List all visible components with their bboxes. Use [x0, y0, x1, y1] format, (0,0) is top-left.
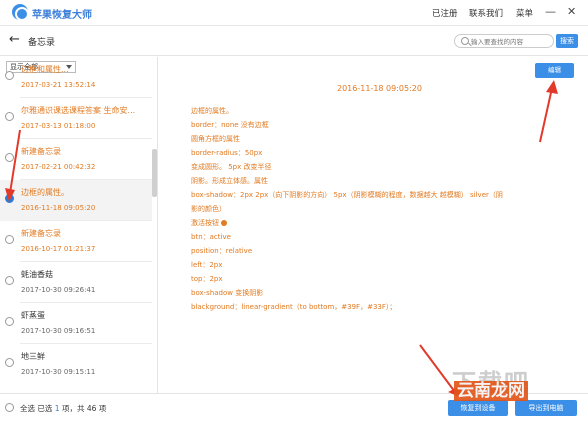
- note-list-panel: 显示全部 边框和属性... 2017-03-21 13:52:14 尔雅通识课选…: [0, 57, 158, 393]
- close-icon[interactable]: ✕: [567, 5, 576, 19]
- note-line: 圆角方框的属性: [191, 135, 240, 143]
- registered-link[interactable]: 已注册: [432, 7, 458, 19]
- list-item-date: 2017-03-13 01:18:00: [21, 122, 96, 130]
- note-line: box-shadow 变换阴影: [191, 289, 264, 297]
- radio-button[interactable]: [5, 153, 14, 162]
- note-line: 影的颜色）: [191, 205, 226, 213]
- total-suffix: 项: [98, 404, 107, 413]
- search-button[interactable]: 搜索: [556, 34, 578, 48]
- list-item-date: 2017-10-30 09:26:41: [21, 286, 96, 294]
- note-line: 变成圆形。 5px 改变半径: [191, 163, 272, 171]
- list-item-title: 边框的属性。: [21, 188, 69, 197]
- list-item-date: 2017-10-30 09:15:11: [21, 368, 96, 376]
- note-line: border-radius：50px: [191, 149, 263, 157]
- radio-button[interactable]: [5, 358, 14, 367]
- note-line: left：2px: [191, 261, 223, 269]
- page-title: 备忘录: [28, 38, 56, 48]
- checked-radio-icon[interactable]: [5, 194, 14, 203]
- list-item-date: 2017-03-21 13:52:14: [21, 81, 96, 89]
- radio-button[interactable]: [5, 112, 14, 121]
- selected-mid: 项，共: [61, 404, 85, 413]
- list-item-date: 2016-10-17 01:21:37: [21, 245, 96, 253]
- note-line: btn：active: [191, 233, 231, 241]
- note-line: 边框的属性。: [191, 107, 233, 115]
- note-line-text: 激活按钮: [191, 219, 219, 227]
- radio-button[interactable]: [5, 71, 14, 80]
- note-line: position：relative: [191, 247, 253, 255]
- list-item[interactable]: 新建备忘录 2017-02-21 00:42:32: [0, 139, 152, 180]
- note-content: 编辑 2016-11-18 09:05:20 边框的属性。 border：non…: [159, 57, 588, 393]
- back-arrow-icon[interactable]: ←: [9, 32, 20, 48]
- list-item-title: 新建备忘录: [21, 147, 61, 156]
- list-item-title: 地三鲜: [21, 352, 45, 361]
- note-date: 2016-11-18 09:05:20: [337, 84, 422, 93]
- radio-button[interactable]: [5, 276, 14, 285]
- list-item[interactable]: 尔雅通识课选课程答案 生命安... 2017-03-13 01:18:00: [0, 98, 152, 139]
- app-title: 苹果恢复大师: [32, 10, 92, 21]
- select-all-label[interactable]: 全选: [20, 404, 35, 413]
- list-scrollbar[interactable]: [152, 149, 157, 197]
- note-line: box-shadow：2px 2px（向下阴影的方向） 5px（阴影模糊的程度，…: [191, 191, 503, 199]
- note-line: border：none 没有边框: [191, 121, 269, 129]
- total-count: 46: [86, 404, 97, 413]
- list-item-title: 边框和属性...: [21, 65, 69, 74]
- minimize-icon[interactable]: —: [545, 5, 556, 19]
- search-box[interactable]: [454, 34, 554, 48]
- list-item-title: 新建备忘录: [21, 229, 61, 238]
- list-item-date: 2016-11-18 09:05:20: [21, 204, 96, 212]
- list-item[interactable]: 地三鲜 2017-10-30 09:15:11: [0, 344, 152, 385]
- restore-to-device-button[interactable]: 恢复到设备: [448, 400, 508, 416]
- edit-button[interactable]: 编辑: [535, 63, 574, 78]
- note-line: top：2px: [191, 275, 223, 283]
- contact-link[interactable]: 联系我们: [469, 7, 503, 19]
- list-item[interactable]: 虾蒸蛋 2017-10-30 09:16:51: [0, 303, 152, 344]
- note-line-with-icon: 激活按钮: [191, 218, 561, 228]
- list-item[interactable]: 蚝油香菇 2017-10-30 09:26:41: [0, 262, 152, 303]
- list-item-date: 2017-10-30 09:16:51: [21, 327, 96, 335]
- bulb-icon: [221, 220, 227, 226]
- note-line: 阴影。形成立体感。属性: [191, 177, 268, 185]
- selected-prefix: 已选: [37, 404, 53, 413]
- radio-button[interactable]: [5, 317, 14, 326]
- list-item-title: 虾蒸蛋: [21, 311, 45, 320]
- title-bar: 苹果恢复大师 已注册 联系我们 菜单 — ✕: [0, 0, 588, 26]
- selected-count: 1: [54, 404, 60, 413]
- menu-link[interactable]: 菜单: [516, 7, 533, 19]
- selection-summary: 全选 已选 1 项，共 46 项: [20, 403, 106, 414]
- list-item-title: 尔雅通识课选课程答案 生命安...: [21, 106, 136, 115]
- list-item[interactable]: 新建备忘录 2016-10-17 01:21:37: [0, 221, 152, 262]
- export-to-pc-button[interactable]: 导出到电脑: [515, 400, 577, 416]
- list-item-selected[interactable]: 边框的属性。 2016-11-18 09:05:20: [0, 180, 152, 221]
- search-icon: [461, 37, 469, 45]
- list-item[interactable]: 边框和属性... 2017-03-21 13:52:14: [0, 57, 152, 98]
- watermark-logo: 云南龙网: [454, 381, 528, 401]
- note-line: blackground：linear-gradient（to bottom，#3…: [191, 303, 397, 311]
- search-input[interactable]: [471, 36, 551, 47]
- list-item-date: 2017-02-21 00:42:32: [21, 163, 96, 171]
- app-logo-icon: [12, 4, 29, 21]
- select-all-radio[interactable]: [5, 403, 14, 412]
- radio-button[interactable]: [5, 235, 14, 244]
- nav-bar: ← 备忘录 搜索: [0, 26, 588, 56]
- list-item-title: 蚝油香菇: [21, 270, 53, 279]
